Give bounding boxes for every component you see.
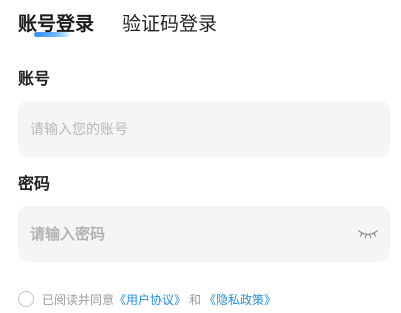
account-field bbox=[18, 101, 390, 157]
tab-code-login[interactable]: 验证码登录 bbox=[122, 11, 217, 41]
user-agreement-link[interactable]: 《用户协议》 bbox=[114, 291, 186, 308]
login-tabs: 账号登录 验证码登录 bbox=[18, 11, 217, 41]
login-page: 账号登录 验证码登录 账号 密码 已阅读并同意 《用户协议》 和 《隐私政策》 bbox=[0, 0, 401, 313]
password-label: 密码 bbox=[18, 174, 51, 193]
tab-account-login[interactable]: 账号登录 bbox=[18, 11, 94, 41]
privacy-policy-link[interactable]: 《隐私政策》 bbox=[204, 291, 276, 308]
agreement-prefix: 已阅读并同意 bbox=[42, 292, 115, 307]
eye-closed-icon[interactable] bbox=[358, 227, 378, 241]
account-input[interactable] bbox=[30, 101, 350, 157]
password-input[interactable] bbox=[30, 206, 350, 262]
password-field bbox=[18, 206, 390, 262]
tab-account-login-label: 账号登录 bbox=[18, 13, 95, 35]
agreement-row: 已阅读并同意 《用户协议》 和 《隐私政策》 bbox=[18, 290, 276, 308]
account-label: 账号 bbox=[18, 69, 51, 88]
agreement-checkbox[interactable] bbox=[18, 291, 34, 307]
agreement-and: 和 bbox=[189, 292, 202, 307]
